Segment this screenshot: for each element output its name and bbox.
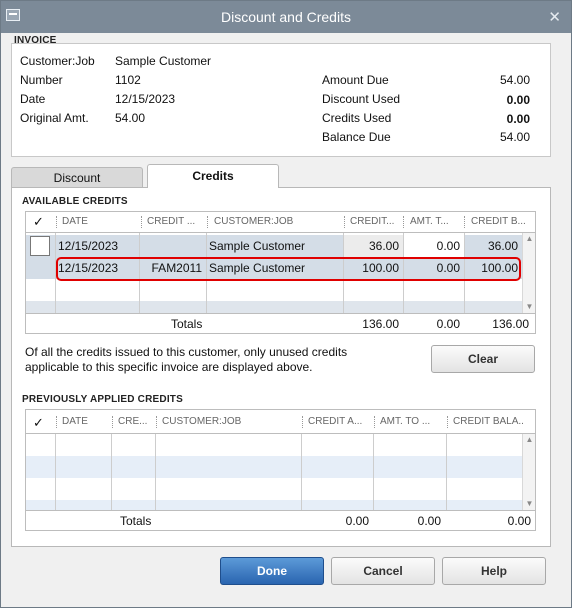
credits-used-label: Credits Used [322, 111, 392, 125]
empty-row [26, 434, 522, 456]
available-credits-grid: ✓ DATE CREDIT ... CUSTOMER:JOB CREDIT...… [25, 211, 536, 334]
amt-to-use-column-header[interactable]: AMT. TO ... [380, 416, 430, 427]
window-title: Discount and Credits [221, 9, 351, 25]
scroll-up-icon[interactable]: ▲ [523, 434, 535, 446]
date-label: Date [20, 92, 46, 106]
previously-applied-scrollbar[interactable]: ▲ ▼ [522, 434, 535, 510]
date-column-header[interactable]: DATE [62, 416, 88, 427]
previously-applied-grid: ✓ DATE CRE... CUSTOMER:JOB CREDIT A... A… [25, 409, 536, 531]
table-row[interactable]: 12/15/2023 FAM2011 Sample Customer 100.0… [26, 257, 522, 279]
empty-row [26, 279, 522, 301]
empty-row [26, 478, 522, 500]
credit-balance-cell: 100.00 [481, 261, 518, 275]
customer-job-column-header[interactable]: CUSTOMER:JOB [162, 416, 241, 427]
available-credits-label: AVAILABLE CREDITS [22, 196, 128, 207]
tab-credits[interactable]: Credits [147, 164, 279, 188]
check-column-header[interactable]: ✓ [33, 415, 44, 431]
done-button[interactable]: Done [220, 557, 324, 585]
total-credit-amt: 136.00 [362, 317, 399, 331]
credit-balance-cell: 36.00 [487, 239, 518, 253]
totals-label: Totals [120, 514, 152, 528]
total-credit-balance: 0.00 [507, 514, 531, 528]
scroll-down-icon[interactable]: ▼ [523, 301, 535, 313]
available-credits-scrollbar[interactable]: ▲ ▼ [522, 233, 535, 313]
credit-no-column-header[interactable]: CREDIT ... [147, 216, 195, 227]
original-amt-label: Original Amt. [20, 111, 89, 125]
amt-to-use-cell[interactable]: 0.00 [404, 257, 464, 279]
credits-used-value: 0.00 [506, 112, 530, 126]
discount-credits-window: Discount and Credits ✕ INVOICE Customer:… [0, 0, 572, 608]
available-credits-note: Of all the credits issued to this custom… [25, 345, 348, 374]
amt-to-use-column-header[interactable]: AMT. T... [410, 216, 449, 227]
invoice-summary: Customer:Job Sample Customer Number 1102… [11, 43, 551, 157]
total-amt-to-use: 0.00 [417, 514, 441, 528]
customer-job-value: Sample Customer [115, 54, 212, 68]
date-cell: 12/15/2023 [58, 239, 119, 253]
credit-amt-cell: 100.00 [362, 261, 399, 275]
credits-tab-panel: AVAILABLE CREDITS ✓ DATE CREDIT ... CUST… [11, 187, 551, 547]
balance-due-value: 54.00 [499, 130, 530, 144]
available-totals-row: Totals 136.00 0.00 136.00 [26, 313, 535, 333]
discount-used-value: 0.00 [506, 93, 530, 107]
credit-balance-column-header[interactable]: CREDIT B... [471, 216, 526, 227]
discount-used-label: Discount Used [322, 92, 401, 106]
total-amt-to-use: 0.00 [436, 317, 460, 331]
clear-button[interactable]: Clear [431, 345, 535, 373]
row-select-checkbox[interactable] [30, 236, 50, 256]
credit-balance-column-header[interactable]: CREDIT BALA... [453, 416, 523, 427]
close-icon[interactable]: ✕ [548, 8, 561, 26]
customer-job-cell: Sample Customer [209, 261, 306, 275]
credit-no-column-header[interactable]: CRE... [118, 416, 147, 427]
date-column-header[interactable]: DATE [62, 216, 88, 227]
date-cell: 12/15/2023 [58, 261, 119, 275]
credit-no-cell: FAM2011 [151, 261, 202, 275]
amt-to-use-cell[interactable]: 0.00 [404, 235, 464, 257]
credit-no-cell [142, 235, 206, 257]
previously-applied-header: ✓ DATE CRE... CUSTOMER:JOB CREDIT A... A… [26, 410, 535, 434]
empty-row [26, 301, 522, 313]
number-value: 1102 [115, 73, 141, 87]
customer-job-label: Customer:Job [20, 54, 95, 68]
amount-due-value: 54.00 [499, 73, 530, 87]
original-amt-value: 54.00 [115, 111, 146, 125]
check-column-header[interactable]: ✓ [33, 214, 44, 230]
customer-job-cell: Sample Customer [209, 239, 306, 253]
credit-amt-column-header[interactable]: CREDIT A... [308, 416, 362, 427]
available-credits-header: ✓ DATE CREDIT ... CUSTOMER:JOB CREDIT...… [26, 212, 535, 233]
date-value: 12/15/2023 [115, 92, 176, 106]
table-row[interactable]: 12/15/2023 Sample Customer 36.00 0.00 36… [26, 235, 522, 257]
totals-label: Totals [171, 317, 203, 331]
scroll-up-icon[interactable]: ▲ [523, 233, 535, 245]
balance-due-label: Balance Due [322, 130, 391, 144]
amount-due-label: Amount Due [322, 73, 389, 87]
cancel-button[interactable]: Cancel [331, 557, 435, 585]
customer-job-column-header[interactable]: CUSTOMER:JOB [214, 216, 293, 227]
empty-row [26, 456, 522, 478]
total-credit-amt: 0.00 [345, 514, 369, 528]
number-label: Number [20, 73, 63, 87]
empty-row [26, 500, 522, 510]
total-credit-balance: 136.00 [492, 317, 529, 331]
title-bar: Discount and Credits ✕ [1, 1, 571, 33]
credit-amt-column-header[interactable]: CREDIT... [350, 216, 394, 227]
help-button[interactable]: Help [442, 557, 546, 585]
tab-discount[interactable]: Discount [11, 167, 143, 188]
previously-applied-label: PREVIOUSLY APPLIED CREDITS [22, 394, 183, 405]
credit-amt-cell: 36.00 [344, 235, 403, 257]
previously-applied-totals-row: Totals 0.00 0.00 0.00 [26, 510, 535, 530]
tab-strip: Discount Credits [11, 164, 551, 188]
scroll-down-icon[interactable]: ▼ [523, 498, 535, 510]
